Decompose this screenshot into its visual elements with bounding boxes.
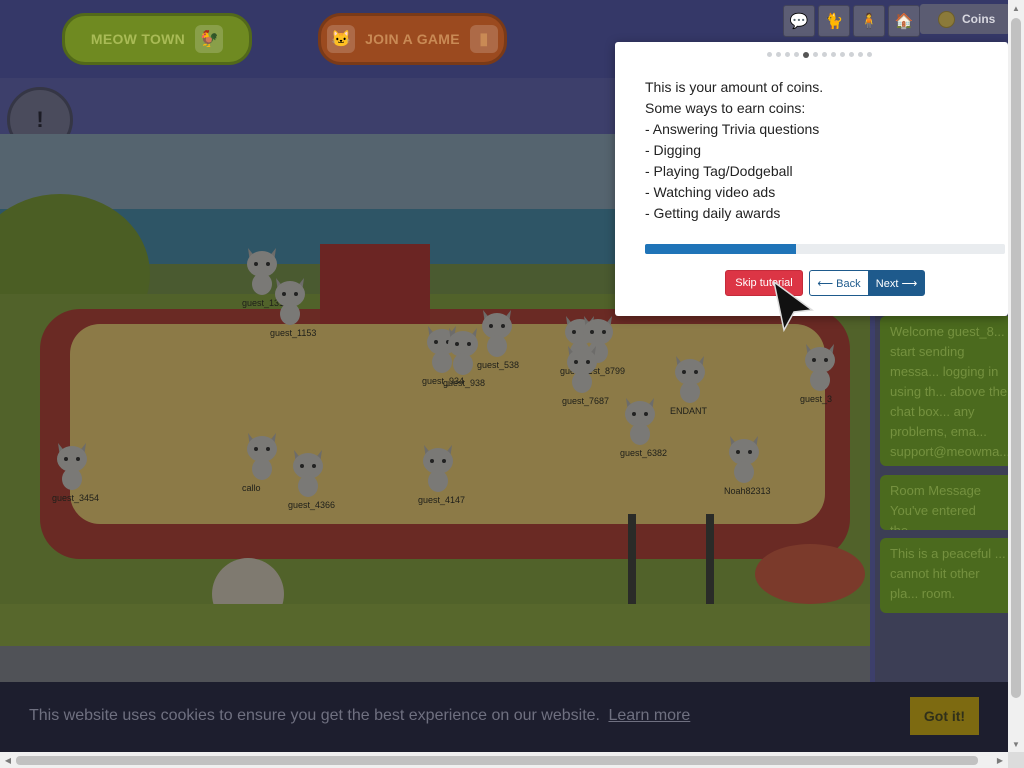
cookie-text: This website uses cookies to ensure you … — [29, 707, 600, 724]
tutorial-line: - Playing Tag/Dodgeball — [645, 163, 793, 179]
tutorial-line: - Digging — [645, 142, 702, 158]
join-game-label: JOIN A GAME — [365, 31, 460, 47]
learn-more-link[interactable]: Learn more — [608, 707, 690, 724]
player-name-label: guest_1153 — [270, 328, 317, 338]
chat-icon[interactable]: 💬 — [783, 5, 815, 37]
coins-label: Coins — [962, 12, 996, 26]
player-cat[interactable] — [672, 352, 708, 404]
player-name-label: callo — [242, 483, 261, 493]
step-dot — [767, 52, 772, 57]
next-button[interactable]: Next ⟶ — [868, 270, 925, 296]
build-icon[interactable]: 🏠 — [888, 5, 920, 37]
tutorial-progress-fill — [645, 244, 797, 254]
step-dot — [831, 52, 836, 57]
scroll-left-icon[interactable]: ◀ — [0, 752, 16, 768]
player-name-label: guest_6382 — [620, 448, 668, 458]
scrollbar-corner — [1008, 752, 1024, 768]
step-dot — [867, 52, 872, 57]
player-name-label: guest_3454 — [52, 493, 100, 503]
tutorial-line: - Answering Trivia questions — [645, 121, 820, 137]
back-button[interactable]: ⟵ Back — [809, 270, 869, 296]
tutorial-line: Some ways to earn coins: — [645, 100, 806, 116]
join-game-button[interactable]: 🐱 JOIN A GAME ▮ — [318, 13, 507, 65]
room-message: Room Message You've entered the... — [880, 475, 1008, 530]
player-name-label: guest_4147 — [418, 495, 466, 505]
got-it-button[interactable]: Got it! — [910, 697, 979, 735]
step-dot — [803, 51, 809, 58]
cat-face-icon: 🐱 — [327, 25, 356, 53]
tutorial-popup: This is your amount of coins. Some ways t… — [615, 42, 1008, 316]
rooster-icon: 🐓 — [195, 25, 224, 53]
player-cat[interactable] — [726, 432, 762, 484]
tutorial-line: This is your amount of coins. — [645, 79, 824, 95]
step-dot — [849, 52, 854, 57]
player-cat[interactable] — [420, 441, 456, 493]
character-icon[interactable]: 🧍 — [853, 5, 885, 37]
cookie-message: This website uses cookies to ensure you … — [29, 707, 690, 725]
step-dot — [794, 52, 799, 57]
step-dot — [776, 52, 781, 57]
room-message-title: Room Message — [890, 483, 982, 498]
scroll-right-icon[interactable]: ▶ — [992, 752, 1008, 768]
step-dot — [858, 52, 863, 57]
player-name-label: guest_3 — [800, 394, 833, 404]
player-cat[interactable] — [244, 429, 280, 481]
horizontal-scrollbar[interactable]: ◀ ▶ — [0, 752, 1008, 768]
player-cat[interactable] — [445, 324, 481, 376]
scroll-down-icon[interactable]: ▼ — [1008, 736, 1024, 752]
step-dot — [813, 52, 818, 57]
player-name-label: guest_4366 — [288, 500, 336, 510]
welcome-message: Welcome guest_8... start sending messa..… — [880, 316, 1008, 466]
phone-icon: ▮ — [469, 25, 498, 53]
scene-bottom-bar — [0, 646, 870, 682]
player-cat[interactable] — [272, 274, 308, 326]
player-name-label: guest_938 — [443, 378, 486, 388]
step-dot — [822, 52, 827, 57]
meow-town-button[interactable]: MEOW TOWN 🐓 — [62, 13, 252, 65]
tutorial-line: - Getting daily awards — [645, 205, 781, 221]
player-name-label: Noah82313 — [724, 486, 771, 496]
cookie-banner: This website uses cookies to ensure you … — [0, 682, 1008, 752]
tutorial-progress — [645, 244, 1005, 254]
player-cat[interactable] — [622, 394, 658, 446]
vertical-scroll-thumb[interactable] — [1011, 18, 1021, 698]
horizontal-scroll-thumb[interactable] — [16, 756, 978, 765]
player-cat[interactable] — [802, 340, 838, 392]
player-name-label: guest_538 — [477, 360, 520, 370]
coins-button[interactable]: Coins — [920, 4, 1010, 34]
player-cat[interactable] — [54, 439, 90, 491]
step-dot — [840, 52, 845, 57]
step-indicator — [767, 51, 872, 58]
cat-icon[interactable]: 🐈 — [818, 5, 850, 37]
scroll-up-icon[interactable]: ▲ — [1008, 0, 1024, 16]
pointer-cursor-icon — [772, 280, 814, 332]
player-cat[interactable] — [564, 342, 600, 394]
player-name-label: ENDANT — [670, 406, 708, 416]
vertical-scrollbar[interactable]: ▲ ▼ — [1008, 0, 1024, 752]
tutorial-line: - Watching video ads — [645, 184, 776, 200]
player-cat[interactable] — [479, 306, 515, 358]
meow-town-label: MEOW TOWN — [90, 31, 186, 47]
peaceful-room-message: This is a peaceful ... cannot hit other … — [880, 538, 1008, 613]
step-dot — [785, 52, 790, 57]
player-name-label: guest_7687 — [562, 396, 610, 406]
player-cat[interactable] — [290, 446, 326, 498]
tutorial-text: This is your amount of coins. Some ways t… — [645, 77, 823, 224]
coin-icon — [938, 10, 955, 28]
room-message-text: You've entered the... — [890, 503, 976, 530]
